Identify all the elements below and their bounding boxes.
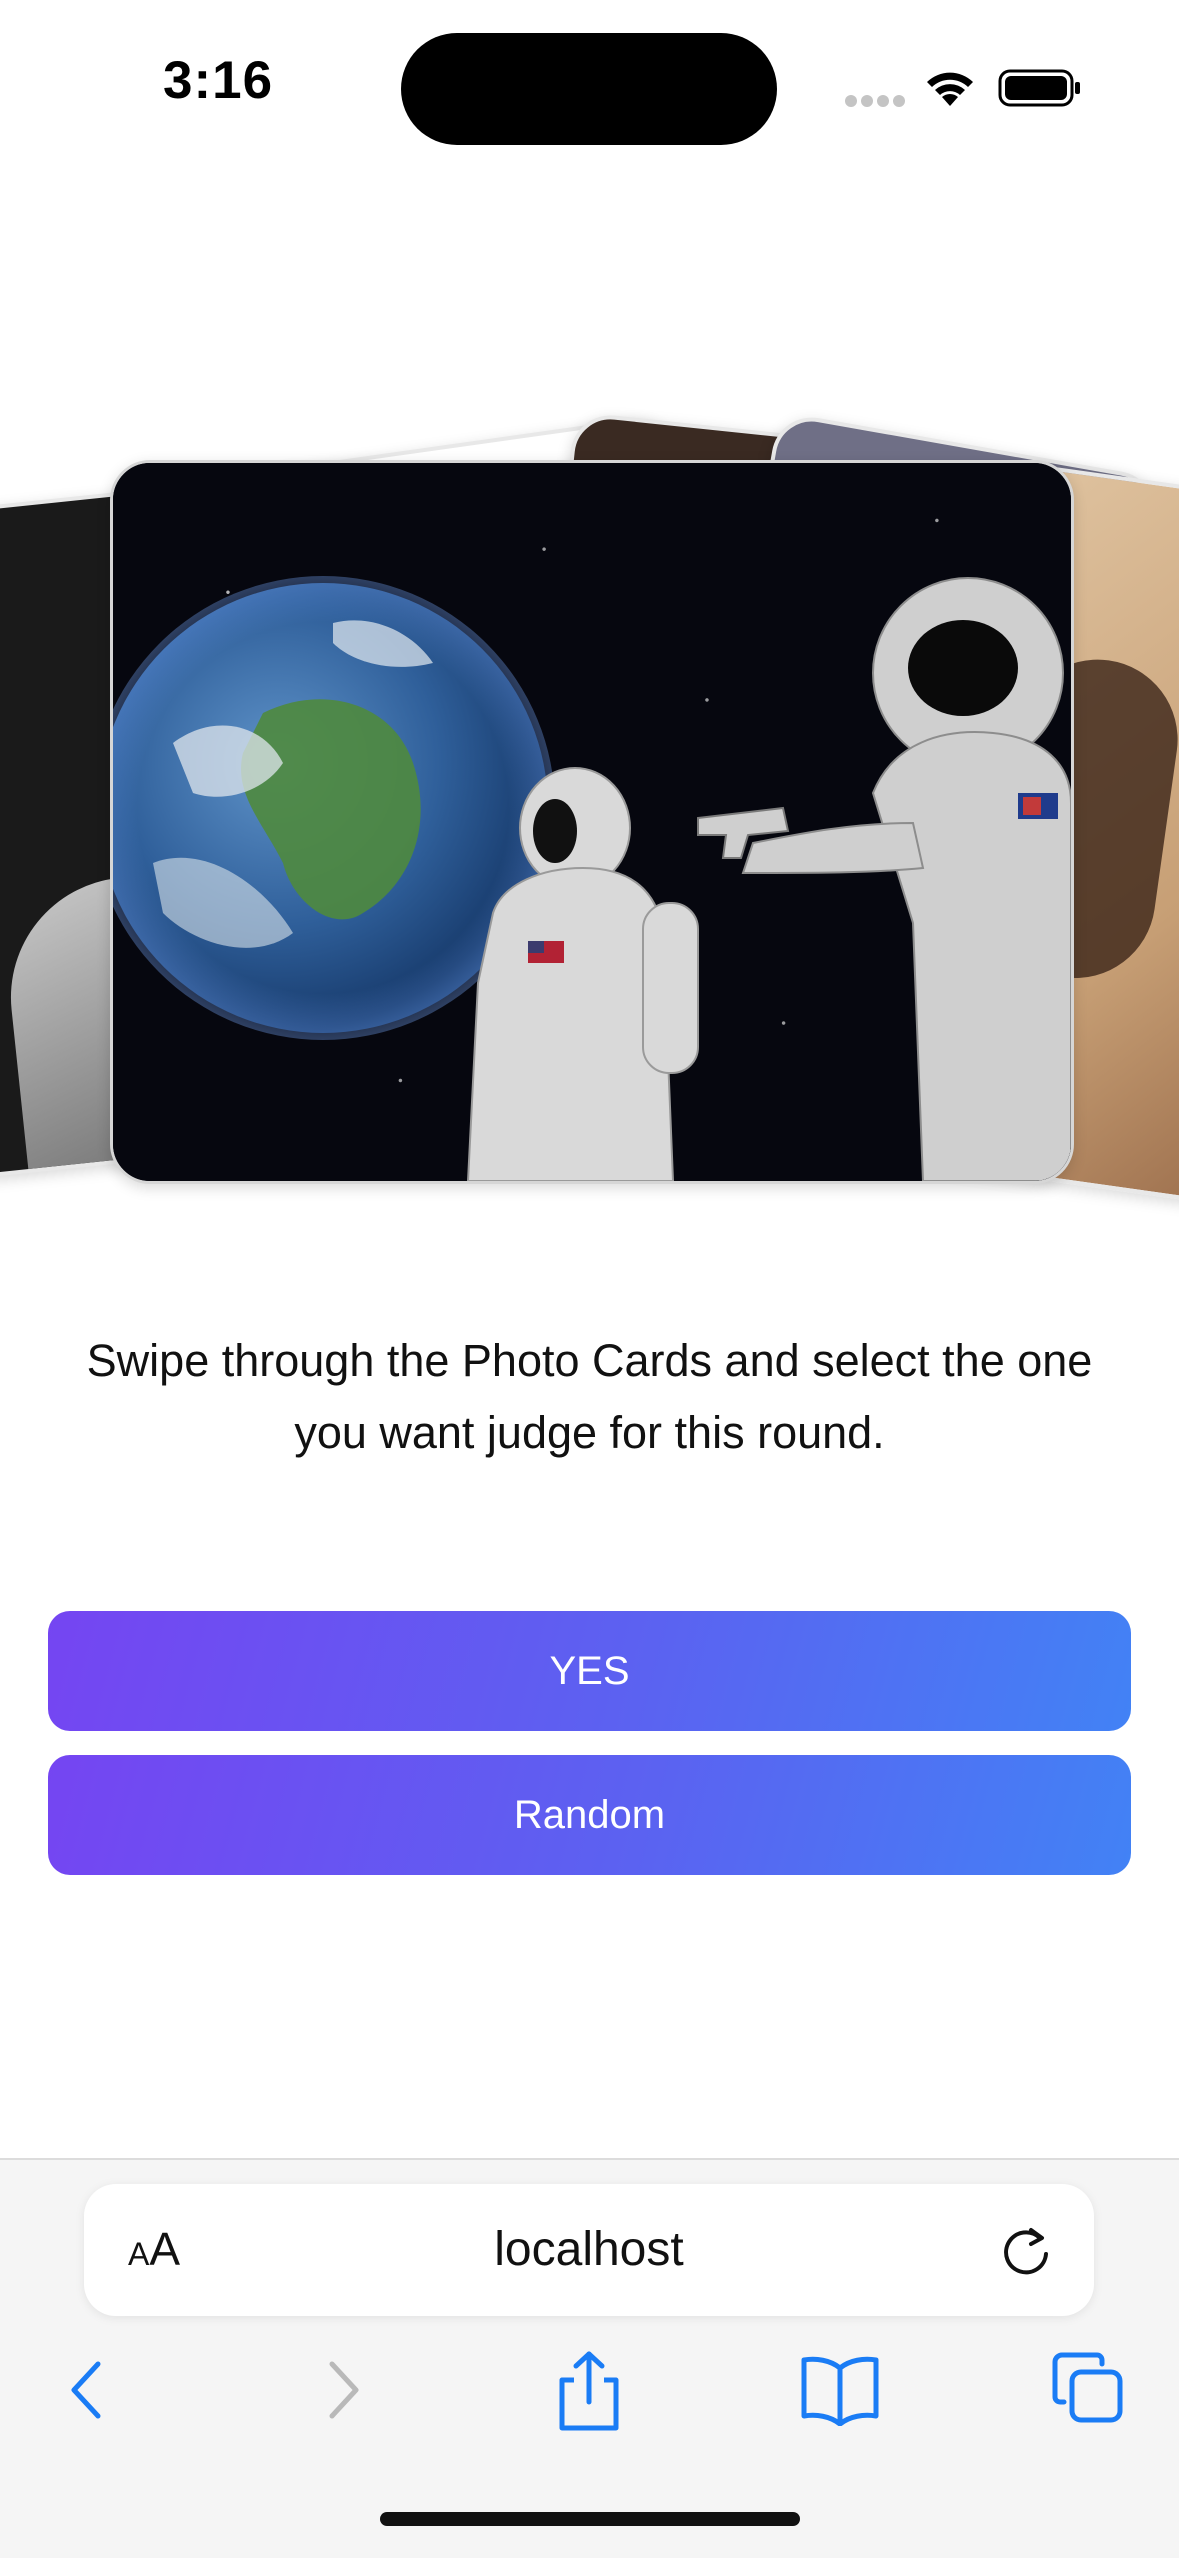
back-icon[interactable] — [60, 2350, 116, 2430]
bookmarks-icon[interactable] — [800, 2350, 880, 2426]
random-button[interactable]: Random — [48, 1755, 1131, 1875]
astronaut-meme-image — [113, 576, 1071, 1181]
wifi-icon — [927, 72, 973, 106]
instructions-text: Swipe through the Photo Cards and select… — [86, 1335, 1093, 1458]
forward-icon[interactable] — [314, 2350, 370, 2430]
yes-button[interactable]: YES — [48, 1611, 1131, 1731]
battery-icon — [998, 69, 1080, 107]
tabs-icon[interactable] — [1050, 2350, 1126, 2426]
cellular-signal-icon — [845, 95, 905, 107]
dynamic-island — [401, 33, 777, 145]
reload-icon[interactable] — [998, 2222, 1054, 2278]
status-time: 3:16 — [163, 51, 274, 110]
photo-card-current[interactable] — [110, 460, 1074, 1184]
safari-bottom-bar: AA localhost — [0, 2158, 1179, 2558]
url-text: localhost — [494, 2223, 684, 2276]
status-bar: 3:16 — [0, 0, 1179, 170]
share-icon[interactable] — [554, 2350, 624, 2432]
photo-card-deck[interactable] — [0, 400, 1179, 1240]
address-bar[interactable]: AA localhost — [84, 2184, 1094, 2316]
home-indicator — [380, 2512, 800, 2526]
